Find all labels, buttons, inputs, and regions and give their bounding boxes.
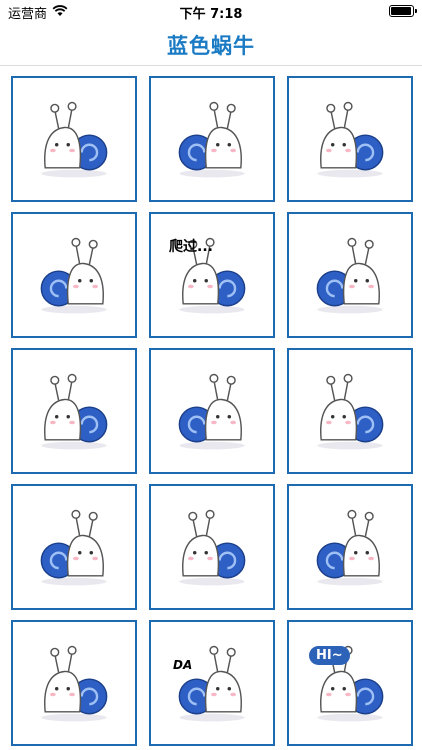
snail-icon — [41, 101, 108, 178]
snail-sticker-2[interactable] — [149, 76, 275, 202]
snail-icon — [41, 373, 108, 450]
snail-icon — [178, 101, 245, 178]
snail-sticker-4[interactable] — [11, 212, 137, 338]
page-title: 蓝色蜗牛 — [167, 34, 255, 58]
status-time: 下午 7:18 — [179, 7, 243, 22]
snail-sticker-10[interactable] — [11, 484, 137, 610]
snail-icon — [179, 509, 246, 586]
snail-sticker-9[interactable] — [287, 348, 413, 474]
sticker-caption: DA — [173, 658, 193, 672]
navigation-bar: 蓝色蜗牛 — [0, 22, 422, 66]
snail-icon — [40, 509, 107, 586]
sticker-caption: 爬过... — [169, 239, 213, 255]
snail-sticker-6[interactable] — [287, 212, 413, 338]
snail-sticker-15[interactable]: HI~ — [287, 620, 413, 746]
snail-sticker-5[interactable]: 爬过... — [149, 212, 275, 338]
snail-icon — [40, 237, 107, 314]
snail-icon — [316, 509, 383, 586]
snail-sticker-1[interactable] — [11, 76, 137, 202]
snail-sticker-7[interactable] — [11, 348, 137, 474]
snail-icon — [41, 645, 108, 722]
snail-sticker-13[interactable] — [11, 620, 137, 746]
snail-sticker-11[interactable] — [149, 484, 275, 610]
snail-sticker-3[interactable] — [287, 76, 413, 202]
snail-sticker-12[interactable] — [287, 484, 413, 610]
snail-sticker-8[interactable] — [149, 348, 275, 474]
sticker-grid: 爬过... DA HI~ — [11, 76, 413, 746]
snail-sticker-14[interactable]: DA — [149, 620, 275, 746]
snail-icon — [178, 373, 245, 450]
speech-bubble: HI~ — [309, 646, 350, 665]
snail-icon — [316, 237, 383, 314]
status-bar: 运营商 下午 7:18 — [0, 0, 422, 22]
snail-icon — [317, 373, 384, 450]
battery-icon — [389, 5, 417, 17]
snail-icon — [317, 101, 384, 178]
snail-icon — [178, 645, 245, 722]
